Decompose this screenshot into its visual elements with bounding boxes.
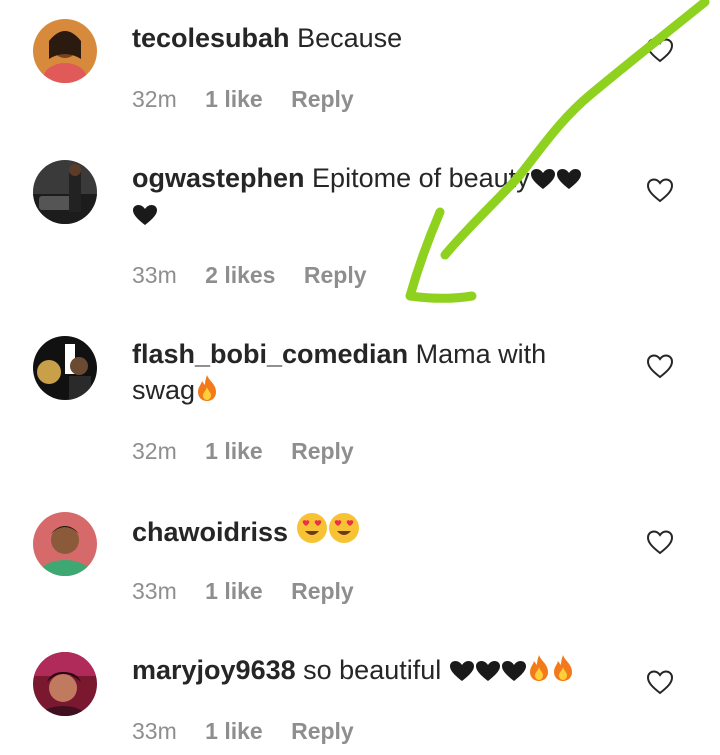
heart-eyes-icon xyxy=(328,513,359,543)
heart-outline-icon[interactable] xyxy=(646,529,674,555)
likes-count[interactable]: 1 like xyxy=(205,578,263,604)
reply-button[interactable]: Reply xyxy=(291,578,354,604)
black-heart-icon xyxy=(475,661,500,681)
reply-button[interactable]: Reply xyxy=(291,438,354,464)
avatar[interactable] xyxy=(33,652,97,716)
comment-time: 33m xyxy=(132,718,177,744)
comment-text: so beautiful xyxy=(303,655,442,685)
black-heart-icon xyxy=(556,169,581,189)
avatar[interactable] xyxy=(33,19,97,83)
comment-time: 33m xyxy=(132,262,177,288)
likes-count[interactable]: 1 like xyxy=(205,718,263,744)
fire-icon xyxy=(198,375,217,401)
avatar[interactable] xyxy=(33,336,97,400)
heart-outline-icon[interactable] xyxy=(646,177,674,203)
comment-time: 32m xyxy=(132,438,177,464)
reply-button[interactable]: Reply xyxy=(291,718,354,744)
comment-text: Because xyxy=(297,23,403,53)
comment-text: Epitome of beauty xyxy=(312,163,530,193)
reply-button[interactable]: Reply xyxy=(291,86,354,112)
black-heart-icon xyxy=(133,205,157,225)
likes-count[interactable]: 2 likes xyxy=(205,262,275,288)
heart-eyes-icon xyxy=(296,513,327,543)
black-heart-icon xyxy=(501,661,526,681)
fire-icon xyxy=(529,655,548,681)
username[interactable]: maryjoy9638 xyxy=(132,655,296,685)
avatar[interactable] xyxy=(33,512,97,576)
comment-time: 33m xyxy=(132,578,177,604)
username[interactable]: ogwastephen xyxy=(132,163,305,193)
black-heart-icon xyxy=(449,661,474,681)
heart-outline-icon[interactable] xyxy=(646,37,674,63)
avatar[interactable] xyxy=(33,160,97,224)
heart-outline-icon[interactable] xyxy=(646,669,674,695)
fire-icon xyxy=(553,655,572,681)
heart-outline-icon[interactable] xyxy=(646,353,674,379)
likes-count[interactable]: 1 like xyxy=(205,86,263,112)
likes-count[interactable]: 1 like xyxy=(205,438,263,464)
username[interactable]: chawoidriss xyxy=(132,517,288,547)
username[interactable]: flash_bobi_comedian xyxy=(132,339,408,369)
username[interactable]: tecolesubah xyxy=(132,23,290,53)
comment-time: 32m xyxy=(132,86,177,112)
reply-button[interactable]: Reply xyxy=(304,262,367,288)
black-heart-icon xyxy=(530,169,555,189)
